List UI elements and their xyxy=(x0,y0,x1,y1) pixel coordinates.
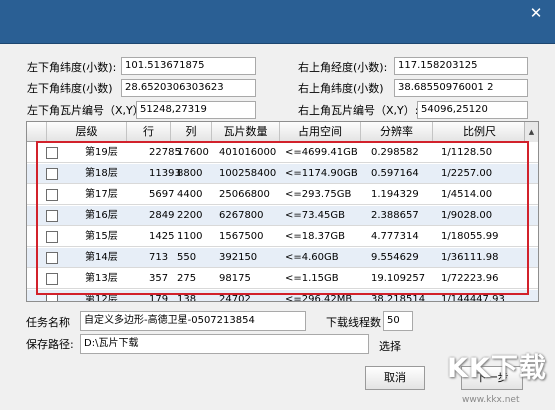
row-checkbox[interactable] xyxy=(46,210,58,222)
watermark-url: www.kkx.net xyxy=(462,395,520,405)
cell-resolution: 9.554629 xyxy=(371,252,419,263)
table-row[interactable]: 第13层 357 275 98175 <=1.15GB 19.109257 1/72223.… xyxy=(27,269,538,289)
table-row[interactable]: 第17层 5697 4400 25066800 <=293.75GB 1.194329 1/… xyxy=(27,185,538,205)
table-row[interactable]: 第12层 179 138 24702 <=296.42MB 38.218514 1/1444… xyxy=(27,290,538,302)
row-checkbox[interactable] xyxy=(46,294,58,301)
cell-scale: 1/9028.00 xyxy=(441,210,493,221)
window-titlebar: ✕ xyxy=(0,0,555,44)
thread-count-label: 下载线程数 xyxy=(326,316,381,329)
cell-resolution: 4.777314 xyxy=(371,231,419,242)
cell-resolution: 1.194329 xyxy=(371,189,419,200)
cell-disk-space: <=4699.41GB xyxy=(285,147,358,158)
table-row[interactable]: 第16层 2849 2200 6267800 <=73.45GB 2.388657 1/90… xyxy=(27,206,538,226)
cell-resolution: 0.597164 xyxy=(371,168,419,179)
cell-tile-count: 1567500 xyxy=(219,231,264,242)
row-checkbox[interactable] xyxy=(46,273,58,285)
cell-tile-count: 6267800 xyxy=(219,210,264,221)
row-checkbox[interactable] xyxy=(46,189,58,201)
cell-col: 138 xyxy=(177,294,197,302)
header-tile-count: 瓦片数量 xyxy=(212,122,280,142)
cell-tile-count: 392150 xyxy=(219,252,258,263)
cell-col: 8800 xyxy=(177,168,203,179)
task-name-label: 任务名称 xyxy=(26,316,70,329)
header-disk-space: 占用空间 xyxy=(280,122,361,142)
cell-disk-space: <=1174.90GB xyxy=(285,168,358,179)
cell-col: 1100 xyxy=(177,231,203,242)
bottom-left-latitude-label: 左下角纬度(小数) xyxy=(27,82,113,95)
task-name-field[interactable]: 自定义多边形-高德卫星-0507213854 xyxy=(80,311,306,331)
cell-scale: 1/4514.00 xyxy=(441,189,493,200)
row-checkbox[interactable] xyxy=(46,168,58,180)
cell-resolution: 0.298582 xyxy=(371,147,419,158)
cell-resolution: 38.218514 xyxy=(371,294,426,302)
table-row[interactable]: 第18层 11393 8800 100258400 <=1174.90GB 0.59716… xyxy=(27,164,538,184)
table-row[interactable]: 第19层 22785 17600 401016000 <=4699.41GB 0.2985… xyxy=(27,143,538,163)
top-right-latitude-label: 右上角纬度(小数) xyxy=(298,82,384,95)
cell-scale: 1/72223.96 xyxy=(441,273,499,284)
header-level: 层级 xyxy=(47,122,127,142)
cell-col: 17600 xyxy=(177,147,209,158)
cell-scale: 1/1128.50 xyxy=(441,147,493,158)
cell-scale: 1/36111.98 xyxy=(441,252,499,263)
cell-resolution: 2.388657 xyxy=(371,210,419,221)
cell-col: 2200 xyxy=(177,210,203,221)
cell-level: 第13层 xyxy=(85,273,118,284)
cell-col: 550 xyxy=(177,252,197,263)
row-checkbox[interactable] xyxy=(46,147,58,159)
cancel-button[interactable]: 取消 xyxy=(365,366,425,390)
bottom-left-tile-field[interactable]: 51248,27319 xyxy=(136,101,256,119)
cell-tile-count: 98175 xyxy=(219,273,251,284)
cell-level: 第12层 xyxy=(85,294,118,302)
cell-level: 第18层 xyxy=(85,168,118,179)
table-row[interactable]: 第14层 713 550 392150 <=4.60GB 9.554629 1/36111.… xyxy=(27,248,538,268)
top-right-tile-label: 右上角瓦片编号（X,Y）: xyxy=(298,104,419,117)
save-path-label: 保存路径: xyxy=(26,338,74,351)
table-header: 层级 行 列 瓦片数量 占用空间 分辨率 比例尺 ▲ xyxy=(27,122,538,142)
bottom-left-latitude-field[interactable]: 28.6520306303623 xyxy=(121,79,256,97)
cell-disk-space: <=293.75GB xyxy=(285,189,352,200)
cell-tile-count: 25066800 xyxy=(219,189,270,200)
choose-path-link[interactable]: 选择 xyxy=(379,338,401,354)
cell-level: 第14层 xyxy=(85,252,118,263)
top-right-longitude-label: 右上角经度(小数): xyxy=(298,61,388,74)
watermark-logo: KK下载 xyxy=(447,353,547,384)
save-path-field[interactable]: D:\瓦片下载 xyxy=(80,334,369,354)
header-checkbox-column xyxy=(27,122,47,142)
table-row[interactable]: 第15层 1425 1100 1567500 <=18.37GB 4.777314 1/18… xyxy=(27,227,538,247)
header-scale: 比例尺 xyxy=(463,125,496,138)
header-col: 列 xyxy=(171,122,212,142)
cell-level: 第15层 xyxy=(85,231,118,242)
bottom-left-tile-label: 左下角瓦片编号（X,Y）: xyxy=(27,104,148,117)
cell-tile-count: 401016000 xyxy=(219,147,277,158)
cell-level: 第19层 xyxy=(85,147,118,158)
cell-disk-space: <=4.60GB xyxy=(285,252,339,263)
top-right-tile-field[interactable]: 54096,25120 xyxy=(417,101,528,119)
cell-col: 275 xyxy=(177,273,197,284)
top-right-longitude-field[interactable]: 117.158203125 xyxy=(394,57,528,75)
cell-level: 第16层 xyxy=(85,210,118,221)
cell-scale: 1/2257.00 xyxy=(441,168,493,179)
cell-level: 第17层 xyxy=(85,189,118,200)
thread-count-field[interactable]: 50 xyxy=(383,311,413,331)
bottom-left-longitude-field[interactable]: 101.513671875 xyxy=(121,57,256,75)
cell-scale: 1/18055.99 xyxy=(441,231,499,242)
bottom-left-longitude-label: 左下角纬度(小数): xyxy=(27,61,117,74)
cell-disk-space: <=18.37GB xyxy=(285,231,345,242)
scroll-up-icon[interactable]: ▲ xyxy=(524,122,538,142)
header-resolution: 分辨率 xyxy=(361,122,433,142)
cell-disk-space: <=296.42MB xyxy=(285,294,353,302)
cell-disk-space: <=73.45GB xyxy=(285,210,345,221)
top-right-latitude-field[interactable]: 38.68550976001 2 xyxy=(394,79,528,97)
cell-col: 4400 xyxy=(177,189,203,200)
cell-resolution: 19.109257 xyxy=(371,273,426,284)
cell-scale: 1/144447.93 xyxy=(441,294,505,302)
row-checkbox[interactable] xyxy=(46,252,58,264)
close-icon[interactable]: ✕ xyxy=(525,2,547,24)
header-row: 行 xyxy=(127,122,171,142)
row-checkbox[interactable] xyxy=(46,231,58,243)
level-table: 层级 行 列 瓦片数量 占用空间 分辨率 比例尺 ▲ 第19层 22785 1760… xyxy=(26,121,539,302)
cell-tile-count: 24702 xyxy=(219,294,251,302)
cell-disk-space: <=1.15GB xyxy=(285,273,339,284)
cell-tile-count: 100258400 xyxy=(219,168,277,179)
